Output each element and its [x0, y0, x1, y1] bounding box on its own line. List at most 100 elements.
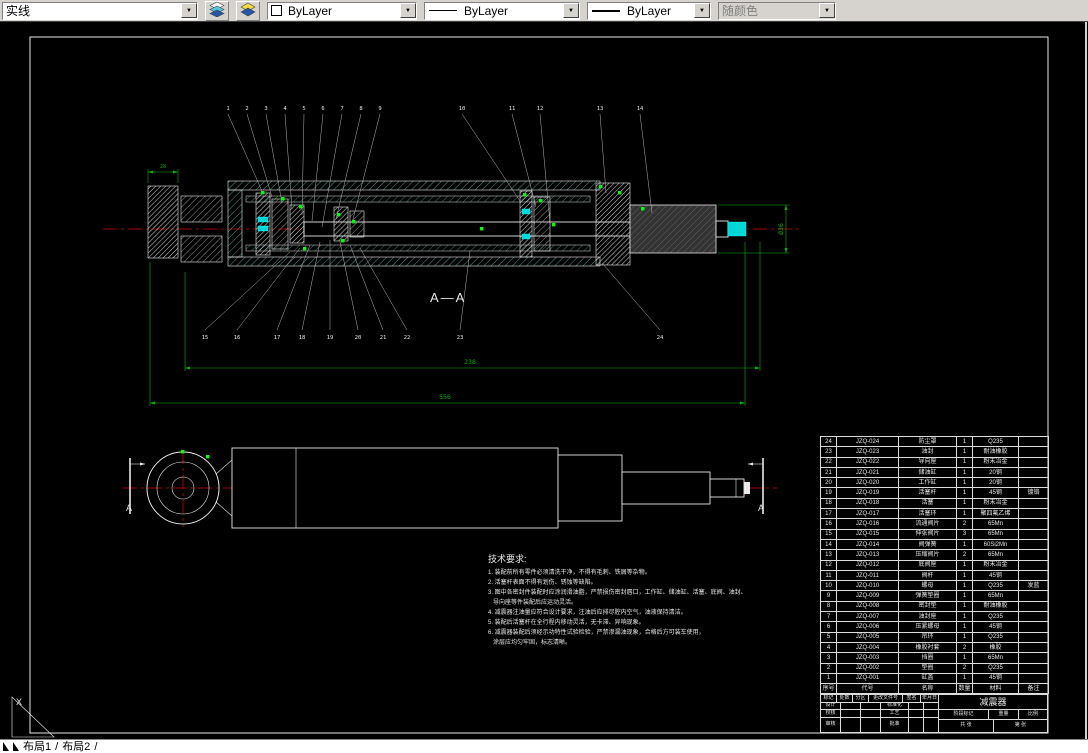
bom-name: 底阀座 [898, 559, 957, 571]
bom-no: 16 [820, 518, 837, 530]
tech-requirement-line: 5. 装配后活塞杆在全行程内移动灵活，无卡滞、异响现象。 [488, 620, 645, 626]
callout-number: 4 [283, 106, 287, 112]
tech-requirement-line: 涂层应均匀牢固，标志清晰。 [488, 640, 572, 646]
bom-no: 6 [820, 621, 837, 633]
tab-corner-icon-2 [13, 742, 19, 751]
bom-material: Q235 [972, 662, 1019, 674]
callout-number: 21 [380, 335, 387, 341]
tb-part-name: 减震器 [939, 695, 1047, 711]
callout-leader [311, 113, 324, 222]
bom-material: 65Mn [972, 528, 1019, 540]
tb-weight: 重量 [989, 710, 1019, 720]
bom-material: 粉末冶金 [972, 497, 1019, 510]
callout-leader [227, 113, 263, 192]
grip-point [181, 450, 185, 454]
bom-code: JZQ-009 [836, 590, 899, 602]
color-value: ByLayer [288, 3, 333, 18]
tb-count: 处数 [837, 695, 853, 703]
bom-code: JZQ-023 [836, 446, 899, 458]
parts-table-body: 24 JZQ-024 防尘罩 1 Q235 23 JZQ-023 油封 1 耐油… [820, 435, 1049, 685]
bom-no: 5 [820, 631, 837, 643]
lineweight-combo-arrow[interactable]: ▼ [694, 3, 710, 18]
grip-point [261, 191, 265, 195]
bom-material: Q235 [972, 580, 1019, 592]
bom-name: 垫圈 [898, 662, 957, 674]
grip-point [281, 197, 285, 201]
bom-row: 21 JZQ-021 储油缸 1 20钢 [820, 466, 1049, 479]
bom-note [1018, 611, 1049, 623]
plotstyle-combo-arrow: ▼ [819, 3, 835, 18]
linetype-combo[interactable]: 实线 ▼ [2, 1, 198, 20]
bom-row: 19 JZQ-019 活塞杆 1 45钢 镀铬 [820, 487, 1049, 499]
bom-material: 60Si2Mn [972, 538, 1019, 551]
bom-qty: 1 [956, 538, 973, 551]
lineweight-combo[interactable]: ByLayer ▼ [587, 1, 711, 20]
plotstyle-combo: 随颜色 ▼ [718, 1, 836, 20]
bom-row: 13 JZQ-013 压缩阀片 2 65Mn [820, 549, 1049, 561]
linetype-combo-arrow[interactable]: ▼ [181, 3, 197, 18]
bom-qty: 1 [956, 600, 973, 613]
bom-row: 23 JZQ-023 油封 1 耐油橡胶 [820, 446, 1049, 458]
bom-material: Q235 [972, 611, 1019, 623]
bom-no: 2 [820, 662, 837, 674]
bom-name: 活塞 [898, 497, 957, 510]
bom-qty: 2 [956, 518, 973, 530]
bom-row: 15 JZQ-015 伸张阀片 3 65Mn [820, 528, 1049, 540]
tab-layout1[interactable]: 布局1 [23, 741, 51, 753]
bom-name: 活塞杆 [898, 487, 957, 499]
drawing-canvas[interactable]: 238 556 28 Ø36 A—A A A X 1 2 3 4 5 6 7 8… [0, 22, 1088, 739]
bom-no: 10 [820, 580, 837, 592]
dimension-eye-width: 28 [160, 164, 166, 170]
callout-number: 8 [359, 106, 362, 112]
bom-name: 防尘罩 [898, 435, 957, 448]
plotstyle-value: 随颜色 [722, 4, 759, 18]
callout-number: 13 [597, 106, 604, 112]
layout-tabbar: 布局1 / 布局2 / [0, 739, 1088, 753]
bom-row: 11 JZQ-011 阀杆 1 45钢 [820, 569, 1049, 582]
callout-number: 22 [404, 335, 411, 341]
bom-code: JZQ-008 [836, 600, 899, 613]
tech-requirements-lines: 1. 装配前所有零件必须清洗干净，不得有毛刺、铁屑等杂物。 2. 活塞杆表面不得有… [488, 568, 756, 648]
bom-header-name: 名称 [898, 683, 957, 695]
linetype-bylayer-combo[interactable]: ByLayer ▼ [424, 1, 580, 20]
bom-note [1018, 590, 1049, 602]
callout-number: 24 [657, 335, 664, 341]
tab-layout2[interactable]: 布局2 [62, 741, 90, 753]
bom-qty: 1 [956, 435, 973, 448]
bom-no: 15 [820, 528, 837, 540]
callout-number: 14 [637, 106, 644, 112]
section-label: A—A [430, 290, 466, 305]
bom-no: 19 [820, 487, 837, 499]
bom-row: 16 JZQ-016 流通阀片 2 65Mn [820, 518, 1049, 530]
color-combo[interactable]: ByLayer ▼ [267, 1, 417, 20]
lineweight-line-glyph [592, 9, 620, 12]
bom-material: 20钢 [972, 477, 1019, 489]
bom-code: JZQ-011 [836, 569, 899, 582]
bom-name: 油封座 [898, 611, 957, 623]
bom-note [1018, 662, 1049, 674]
bom-note: 镀铬 [1018, 487, 1049, 499]
bom-name: 压缩阀片 [898, 549, 957, 561]
bom-no: 4 [820, 641, 837, 654]
bom-qty: 1 [956, 446, 973, 458]
layer-properties-button[interactable] [205, 0, 229, 21]
color-combo-arrow[interactable]: ▼ [400, 3, 416, 18]
grip-point [352, 220, 356, 224]
callout-leader [301, 241, 321, 331]
bom-row: 4 JZQ-004 橡胶衬套 2 橡胶 [820, 641, 1049, 654]
bom-row: 5 JZQ-005 吊环 1 Q235 [820, 631, 1049, 643]
bom-note [1018, 549, 1049, 561]
bom-note [1018, 518, 1049, 530]
bom-note [1018, 652, 1049, 664]
callout-leader [284, 113, 293, 210]
bom-no: 14 [820, 538, 837, 551]
bom-qty: 1 [956, 631, 973, 643]
bom-code: JZQ-015 [836, 528, 899, 540]
bom-name: 导向座 [898, 456, 957, 468]
bom-note [1018, 508, 1049, 520]
tech-requirement-line: 6. 减震器装配后须经示功特性试验检验，严禁渗漏油现象，合格后方可装车使用， [488, 630, 705, 636]
make-layer-current-button[interactable] [236, 0, 260, 21]
bom-row: 18 JZQ-018 活塞 1 粉末冶金 [820, 497, 1049, 510]
linetype-bylayer-arrow[interactable]: ▼ [563, 3, 579, 18]
bom-qty: 1 [956, 456, 973, 468]
